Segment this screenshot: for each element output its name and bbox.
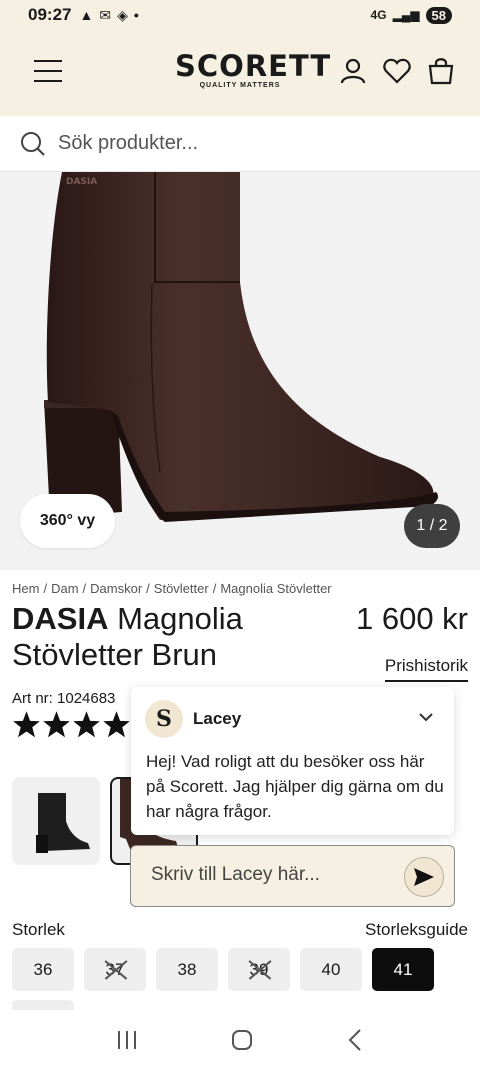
product-gallery[interactable]: DASIA 360° vy 1 / 2: [0, 172, 480, 570]
view-360-button[interactable]: 360° vy: [20, 494, 115, 548]
send-icon: [414, 868, 434, 886]
star-icon: [103, 711, 130, 738]
battery-icon: 58: [425, 6, 452, 24]
svg-text:DASIA: DASIA: [66, 177, 97, 187]
size-option[interactable]: 38: [156, 948, 218, 991]
rating-stars[interactable]: [12, 710, 131, 739]
size-option-unavailable[interactable]: 37: [84, 948, 146, 991]
star-icon: [43, 711, 70, 738]
search-icon[interactable]: [20, 131, 46, 157]
warning-icon: ▲: [79, 7, 94, 23]
heart-icon[interactable]: [382, 56, 412, 86]
breadcrumb-item[interactable]: Dam: [51, 581, 78, 596]
box-icon: ◈: [117, 6, 128, 23]
size-label: Storlek: [12, 920, 65, 939]
recent-apps-icon[interactable]: [115, 1029, 139, 1051]
article-number: Art nr: 1024683: [12, 690, 116, 707]
size-option[interactable]: 36: [12, 948, 74, 991]
chat-widget: S Lacey Hej! Vad roligt att du besöker o…: [131, 687, 454, 835]
breadcrumb: Hem / Dam / Damskor / Stövletter / Magnolia Stöv…: [12, 581, 332, 596]
search-bar: [0, 116, 480, 172]
size-guide-link[interactable]: Storleksguide: [365, 920, 468, 940]
search-input[interactable]: [58, 132, 438, 155]
breadcrumb-item[interactable]: Magnolia Stövletter: [220, 581, 331, 596]
send-button[interactable]: [404, 857, 444, 897]
breadcrumb-item[interactable]: Hem: [12, 581, 39, 596]
notification-icon: ✉: [99, 6, 112, 23]
logo-name: SCORETT: [175, 49, 332, 83]
product-price: 1 600 kr: [355, 601, 468, 636]
product-title: DASIA Magnolia Stövletter Brun: [12, 601, 332, 673]
thumbnail-image: [36, 793, 90, 853]
size-option-partial[interactable]: [12, 1000, 74, 1010]
signal-icon: ▂▄▆: [392, 8, 420, 22]
image-counter: 1 / 2: [404, 504, 460, 548]
logo-tagline: QUALITY MATTERS: [199, 82, 281, 89]
status-bar: 09:27 ▲ ✉ ◈ • 4G ▂▄▆ 58: [0, 0, 480, 30]
breadcrumb-item[interactable]: Stövletter: [154, 581, 209, 596]
star-icon: [73, 711, 100, 738]
chat-input[interactable]: [151, 864, 391, 886]
bag-icon[interactable]: [426, 56, 456, 86]
status-time: 09:27: [28, 5, 72, 24]
breadcrumb-item[interactable]: Damskor: [90, 581, 142, 596]
product-brand: DASIA: [12, 601, 109, 636]
chevron-down-icon[interactable]: [418, 709, 434, 725]
size-selector: 36 37 38 39 40 41: [12, 948, 434, 991]
chat-input-box: [130, 845, 455, 907]
chat-message: Hej! Vad roligt att du besöker oss här p…: [146, 752, 444, 821]
agent-avatar: S: [145, 700, 183, 738]
system-nav-bar: [0, 1010, 480, 1070]
size-option-unavailable[interactable]: 39: [228, 948, 290, 991]
thumbnail[interactable]: [12, 777, 100, 865]
home-icon[interactable]: [230, 1028, 254, 1052]
price-history-link[interactable]: Prishistorik: [384, 656, 468, 682]
back-icon[interactable]: [345, 1028, 365, 1052]
star-icon: [13, 711, 40, 738]
logo[interactable]: SCORETT QUALITY MATTERS: [175, 49, 332, 89]
site-header: SCORETT QUALITY MATTERS: [0, 30, 480, 116]
agent-name: Lacey: [193, 709, 242, 728]
network-label: 4G: [370, 8, 387, 22]
size-option-selected[interactable]: 41: [372, 948, 434, 991]
size-option[interactable]: 40: [300, 948, 362, 991]
account-icon[interactable]: [338, 56, 368, 86]
dot-icon: •: [133, 7, 139, 23]
menu-icon[interactable]: [34, 60, 62, 84]
